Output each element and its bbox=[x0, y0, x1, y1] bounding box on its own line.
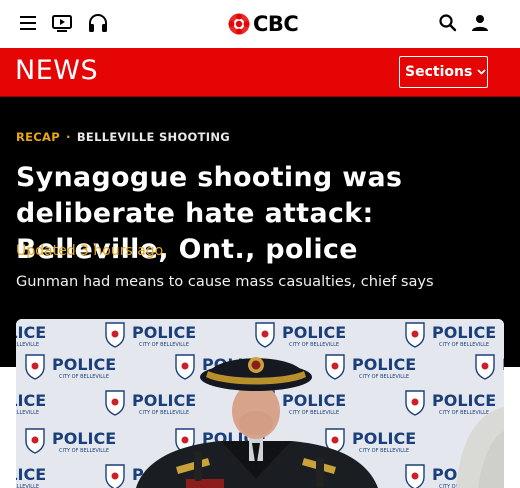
maple-leaf-mark bbox=[31, 362, 39, 370]
backdrop-subtext: CITY OF BELLEVILLE bbox=[139, 410, 189, 416]
cbc-gem-icon bbox=[228, 13, 250, 35]
page-gutter-right bbox=[504, 367, 520, 488]
backdrop-police-text: POLICE bbox=[132, 323, 196, 342]
backdrop-police-text: POLICE bbox=[352, 355, 416, 374]
backdrop-police-text: POLICE bbox=[282, 323, 346, 342]
kicker: RECAP · BELLEVILLE SHOOTING bbox=[16, 130, 230, 144]
article-dek: Gunman had means to cause mass casualtie… bbox=[16, 273, 434, 290]
backdrop-police-text: POLICE bbox=[132, 391, 196, 410]
sections-button[interactable]: Sections bbox=[399, 56, 488, 88]
maple-leaf-mark bbox=[181, 436, 189, 444]
backdrop-police-text: POLICE bbox=[282, 391, 346, 410]
backdrop-police-text: POLICE bbox=[16, 465, 46, 484]
headphones-icon[interactable] bbox=[85, 10, 111, 36]
photo-illustration: POLICECITY OF BELLEVILLEPOLICECITY OF BE… bbox=[16, 319, 504, 488]
recap-label: RECAP bbox=[16, 130, 60, 144]
backdrop-police-text: POLICE bbox=[16, 323, 46, 342]
hero-photo[interactable]: POLICECITY OF BELLEVILLEPOLICECITY OF BE… bbox=[16, 319, 504, 488]
backdrop-subtext: CITY OF BELLEVILLE bbox=[289, 342, 339, 348]
backdrop-police-text: POLICE bbox=[432, 323, 496, 342]
backdrop-police-text: POLICE bbox=[502, 355, 504, 374]
kicker-separator: · bbox=[65, 130, 71, 144]
maple-leaf-mark bbox=[31, 436, 39, 444]
news-bar: NEWS Sections bbox=[0, 48, 520, 97]
topic-link[interactable]: BELLEVILLE SHOOTING bbox=[77, 130, 230, 144]
backdrop-police-text: POLICE bbox=[432, 391, 496, 410]
backdrop-police-text: POLICE bbox=[52, 429, 116, 448]
news-section-title[interactable]: NEWS bbox=[15, 55, 98, 86]
maple-leaf-mark bbox=[411, 472, 419, 480]
backdrop-subtext: CITY OF BELLEVILLE bbox=[289, 410, 339, 416]
backdrop-subtext: CITY OF BELLEVILLE bbox=[439, 342, 489, 348]
cbc-logo[interactable]: CBC bbox=[228, 11, 299, 37]
user-icon[interactable] bbox=[467, 10, 493, 36]
backdrop-subtext: CITY OF BELLEVILLE bbox=[59, 448, 109, 454]
tv-icon[interactable] bbox=[49, 10, 75, 36]
top-bar: CBC bbox=[0, 0, 520, 48]
backdrop-subtext: CITY OF BELLEVILLE bbox=[439, 410, 489, 416]
maple-leaf-mark bbox=[481, 362, 489, 370]
backdrop-subtext: CITY OF BELLEVILLE bbox=[16, 342, 39, 348]
backdrop-police-text: POLICE bbox=[16, 391, 46, 410]
search-icon[interactable] bbox=[435, 10, 461, 36]
chevron-down-icon bbox=[477, 68, 486, 78]
sections-label: Sections bbox=[405, 64, 473, 80]
menu-icon[interactable] bbox=[15, 10, 41, 36]
updated-timestamp: Updated 3 hours ago bbox=[16, 243, 164, 259]
backdrop-subtext: CITY OF BELLEVILLE bbox=[16, 410, 39, 416]
maple-leaf-mark bbox=[111, 330, 119, 338]
backdrop-subtext: CITY OF BELLEVILLE bbox=[359, 448, 409, 454]
logo-text: CBC bbox=[253, 12, 299, 36]
maple-leaf-mark bbox=[181, 362, 189, 370]
maple-leaf-mark bbox=[111, 398, 119, 406]
backdrop-police-text: POLICE bbox=[352, 429, 416, 448]
maple-leaf-mark bbox=[331, 436, 339, 444]
page-gutter-left bbox=[0, 367, 16, 488]
maple-leaf-mark bbox=[261, 330, 269, 338]
maple-leaf-mark bbox=[411, 398, 419, 406]
backdrop-subtext: CITY OF BELLEVILLE bbox=[139, 342, 189, 348]
maple-leaf-mark bbox=[331, 362, 339, 370]
backdrop-subtext: CITY OF BELLEVILLE bbox=[59, 374, 109, 380]
backdrop-subtext: CITY OF BELLEVILLE bbox=[359, 374, 409, 380]
backdrop-police-text: POLICE bbox=[52, 355, 116, 374]
maple-leaf-mark bbox=[111, 472, 119, 480]
backdrop-subtext: CITY OF BELLEVILLE bbox=[16, 484, 39, 488]
maple-leaf-mark bbox=[411, 330, 419, 338]
